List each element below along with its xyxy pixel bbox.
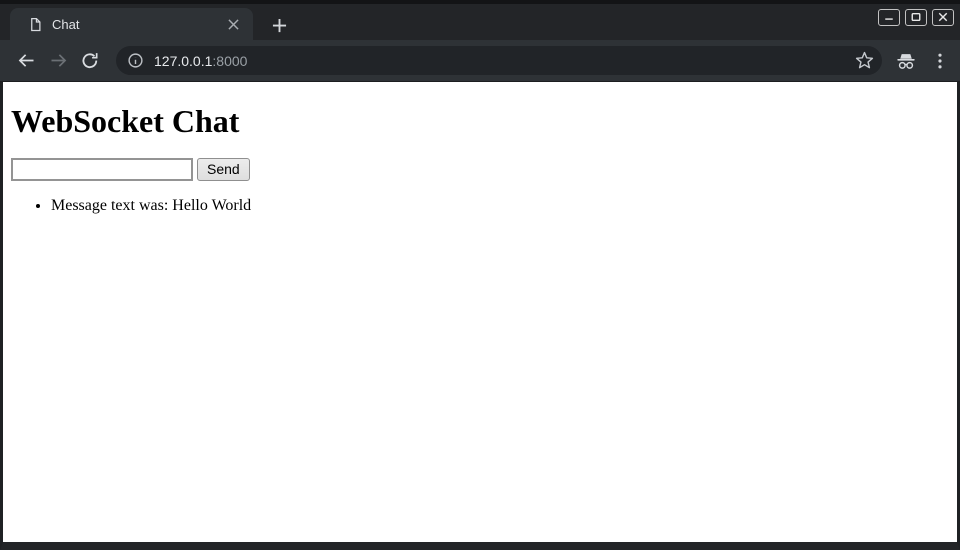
bookmark-star-icon[interactable]	[855, 51, 874, 70]
back-icon[interactable]	[14, 49, 38, 73]
window-maximize-button[interactable]	[905, 9, 927, 26]
send-button[interactable]: Send	[197, 158, 250, 181]
chat-form: Send	[11, 158, 949, 181]
reload-icon[interactable]	[78, 49, 102, 73]
page-title: WebSocket Chat	[11, 103, 949, 140]
url-text: 127.0.0.1:8000	[154, 53, 855, 69]
address-bar[interactable]: 127.0.0.1:8000	[116, 46, 882, 75]
window-close-button[interactable]	[932, 9, 954, 26]
message-input[interactable]	[11, 158, 193, 181]
browser-toolbar: 127.0.0.1:8000	[0, 40, 960, 82]
message-item: Message text was: Hello World	[51, 197, 949, 215]
browser-window: Chat	[0, 0, 960, 550]
window-minimize-button[interactable]	[878, 9, 900, 26]
url-host: 127.0.0.1	[154, 53, 212, 69]
tab-close-icon[interactable]	[225, 16, 241, 32]
tab-strip: Chat	[0, 4, 960, 40]
tab-title: Chat	[52, 17, 225, 32]
message-list: Message text was: Hello World	[11, 197, 949, 215]
page-favicon-icon	[28, 17, 43, 32]
menu-dots-icon[interactable]	[930, 51, 950, 71]
new-tab-button[interactable]	[266, 12, 292, 38]
site-info-icon[interactable]	[127, 52, 144, 69]
url-port: :8000	[212, 53, 247, 69]
window-controls	[878, 6, 954, 28]
browser-tab-chat[interactable]: Chat	[10, 8, 253, 40]
page-content: WebSocket Chat Send Message text was: He…	[0, 82, 960, 550]
incognito-icon	[895, 50, 917, 72]
forward-icon[interactable]	[46, 49, 70, 73]
